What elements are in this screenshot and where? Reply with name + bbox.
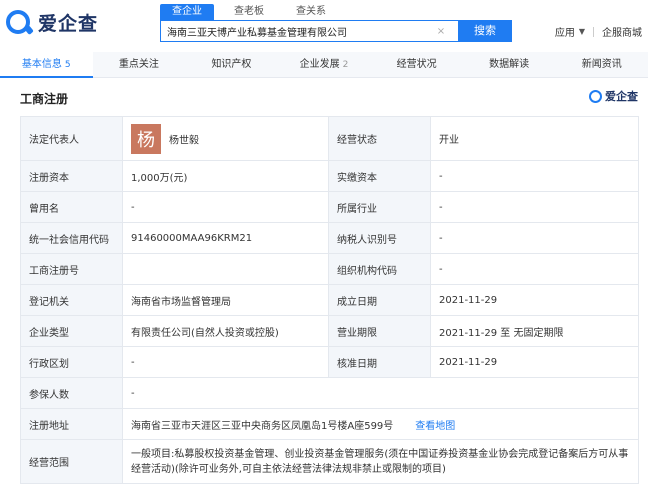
credit-code-value: 91460000MAA96KRM21 <box>122 222 329 254</box>
status-value: 开业 <box>430 116 639 161</box>
apps-label: 应用 <box>554 28 575 39</box>
established-label: 成立日期 <box>328 284 431 316</box>
reg-number-label: 工商注册号 <box>20 253 123 285</box>
table-row: 法定代表人 杨杨世毅 经营状态 开业 <box>20 116 639 161</box>
brand-badge: 爱企查 <box>589 88 638 104</box>
taxpayer-label: 纳税人识别号 <box>328 222 431 254</box>
paid-capital-value: - <box>430 160 639 192</box>
tab-label: 基本信息 <box>21 59 62 70</box>
authority-value: 海南省市场监督管理局 <box>122 284 329 316</box>
avatar[interactable]: 杨 <box>131 123 161 154</box>
search-tab-boss[interactable]: 查老板 <box>222 4 276 20</box>
insured-value: - <box>122 377 639 409</box>
tab-count: 2 <box>342 60 349 70</box>
status-label: 经营状态 <box>328 116 431 161</box>
tab-development[interactable]: 企业发展 2 <box>278 52 371 77</box>
address-value: 海南省三亚市天涯区三亚中央商务区凤凰岛1号楼A座599号 <box>131 420 394 432</box>
search-tab-relation[interactable]: 查关系 <box>284 4 338 20</box>
legal-rep-cell: 杨杨世毅 <box>122 116 329 161</box>
logo-magnifier-icon <box>6 10 30 34</box>
type-label: 企业类型 <box>20 315 123 347</box>
clear-icon[interactable]: × <box>431 26 451 37</box>
table-row: 工商注册号 组织机构代码 - <box>20 253 639 285</box>
tab-news[interactable]: 新闻资讯 <box>555 52 648 77</box>
tab-label: 企业发展 <box>299 59 340 70</box>
search-type-tabs: 查企业 查老板 查关系 <box>160 4 346 20</box>
authority-label: 登记机关 <box>20 284 123 316</box>
search-box: × <box>160 20 460 42</box>
reg-capital-value: 1,000万(元) <box>122 160 329 192</box>
legal-rep-name[interactable]: 杨世毅 <box>169 135 199 146</box>
org-code-label: 组织机构代码 <box>328 253 431 285</box>
industry-label: 所属行业 <box>328 191 431 223</box>
approval-label: 核准日期 <box>328 346 431 378</box>
legal-rep-label: 法定代表人 <box>20 116 123 161</box>
tab-count: 5 <box>64 60 71 70</box>
logo-magnifier-icon <box>589 89 602 103</box>
approval-value: 2021-11-29 <box>430 346 639 378</box>
tab-label: 新闻资讯 <box>581 59 622 70</box>
apps-menu[interactable]: 应用 ▼ <box>555 24 585 39</box>
company-nav-tabs: 基本信息 5 重点关注 知识产权 企业发展 2 经营状况 数据解读 新闻资讯 <box>0 52 648 78</box>
divider <box>593 26 594 37</box>
search-tab-company[interactable]: 查企业 <box>160 4 214 20</box>
address-label: 注册地址 <box>20 408 123 440</box>
tab-ip[interactable]: 知识产权 <box>185 52 278 77</box>
scope-value: 一般项目:私募股权投资基金管理、创业投资基金管理服务(须在中国证券投资基金业协会… <box>122 439 639 484</box>
established-value: 2021-11-29 <box>430 284 639 316</box>
chevron-down-icon: ▼ <box>578 27 585 36</box>
tab-label: 知识产权 <box>211 59 252 70</box>
table-row: 注册资本 1,000万(元) 实缴资本 - <box>20 160 639 192</box>
scope-label: 经营范围 <box>20 439 123 484</box>
section-title: 工商注册 <box>20 92 69 106</box>
brand-text: 爱企查 <box>605 90 638 103</box>
taxpayer-value: - <box>430 222 639 254</box>
tab-label: 重点关注 <box>118 59 159 70</box>
mall-link[interactable]: 企服商城 <box>602 24 642 39</box>
view-map-link[interactable]: 查看地图 <box>415 421 455 432</box>
search-button[interactable]: 搜索 <box>458 20 512 42</box>
search-input[interactable] <box>161 21 431 41</box>
district-value: - <box>122 346 329 378</box>
term-label: 营业期限 <box>328 315 431 347</box>
tab-label: 经营状况 <box>396 59 437 70</box>
credit-code-label: 统一社会信用代码 <box>20 222 123 254</box>
tab-basic-info[interactable]: 基本信息 5 <box>0 52 93 78</box>
top-right-links: 应用 ▼ 企服商城 <box>555 24 642 39</box>
district-label: 行政区划 <box>20 346 123 378</box>
table-row: 登记机关 海南省市场监督管理局 成立日期 2021-11-29 <box>20 284 639 316</box>
table-row: 统一社会信用代码 91460000MAA96KRM21 纳税人识别号 - <box>20 222 639 254</box>
term-value: 2021-11-29 至 无固定期限 <box>430 315 639 347</box>
table-row: 行政区划 - 核准日期 2021-11-29 <box>20 346 639 378</box>
type-value: 有限责任公司(自然人投资或控股) <box>122 315 329 347</box>
table-row: 注册地址 海南省三亚市天涯区三亚中央商务区凤凰岛1号楼A座599号 查看地图 <box>20 408 639 440</box>
table-row: 企业类型 有限责任公司(自然人投资或控股) 营业期限 2021-11-29 至 … <box>20 315 639 347</box>
tab-data-insight[interactable]: 数据解读 <box>463 52 556 77</box>
table-row: 经营范围 一般项目:私募股权投资基金管理、创业投资基金管理服务(须在中国证券投资… <box>20 439 639 484</box>
org-code-value: - <box>430 253 639 285</box>
insured-label: 参保人数 <box>20 377 123 409</box>
logo[interactable]: 爱企查 <box>6 8 98 36</box>
table-row: 曾用名 - 所属行业 - <box>20 191 639 223</box>
paid-capital-label: 实缴资本 <box>328 160 431 192</box>
tab-label: 数据解读 <box>489 59 530 70</box>
address-cell: 海南省三亚市天涯区三亚中央商务区凤凰岛1号楼A座599号 查看地图 <box>122 408 639 440</box>
top-header: 爱企查 查企业 查老板 查关系 × 搜索 应用 ▼ 企服商城 <box>0 0 648 48</box>
former-name-value: - <box>122 191 329 223</box>
table-row: 参保人数 - <box>20 377 639 409</box>
logo-text: 爱企查 <box>38 12 99 35</box>
tab-key-focus[interactable]: 重点关注 <box>93 52 186 77</box>
tab-operations[interactable]: 经营状况 <box>370 52 463 77</box>
registration-table: 法定代表人 杨杨世毅 经营状态 开业 注册资本 1,000万(元) 实缴资本 -… <box>20 116 639 484</box>
reg-capital-label: 注册资本 <box>20 160 123 192</box>
industry-value: - <box>430 191 639 223</box>
former-name-label: 曾用名 <box>20 191 123 223</box>
reg-number-value <box>122 253 329 285</box>
